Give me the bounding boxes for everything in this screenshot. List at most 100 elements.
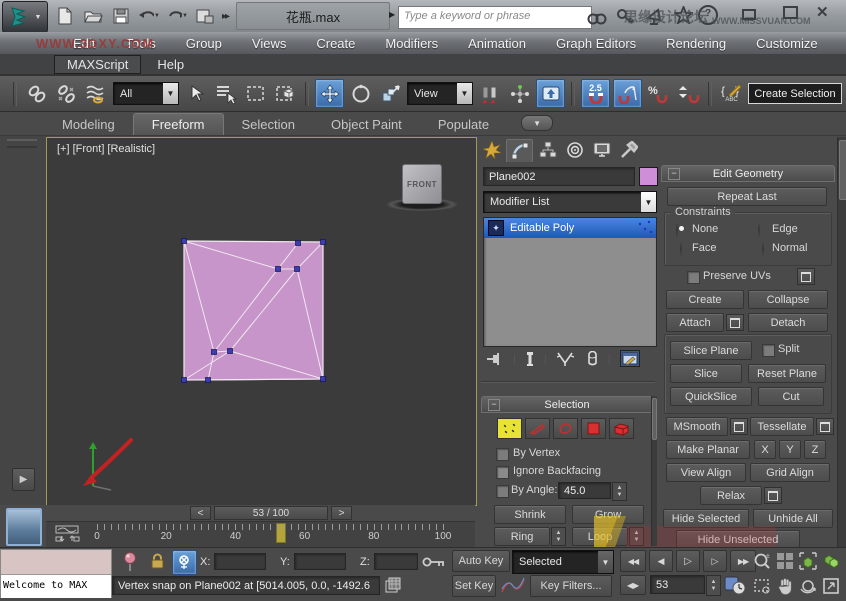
edit-named-selection-sets-icon[interactable]: {} ABC [718,80,745,107]
modifier-list-dropdown[interactable]: Modifier List▼ [483,191,657,213]
panel-scrollbar[interactable] [837,137,846,547]
open-mini-curve-editor-icon[interactable] [54,524,90,544]
undo-icon[interactable]: ▼ [138,5,160,27]
angle-snap-toggle-icon[interactable] [613,79,642,108]
slice-plane-button[interactable]: Slice Plane [670,341,752,360]
play-button[interactable]: ▷ [676,550,700,572]
select-and-move-icon[interactable] [315,79,344,108]
motion-tab-icon[interactable] [562,139,587,161]
viewport-front[interactable]: [+] [Front] [Realistic] FRONT [46,137,477,506]
search-binoculars-icon[interactable] [586,6,608,28]
maxscript-mini-listener[interactable]: Welcome to MAX [0,549,112,598]
ribbon-tab-object-paint[interactable]: Object Paint [313,114,420,135]
slice-button[interactable]: Slice [670,364,742,383]
menu-graph-editors[interactable]: Graph Editors [541,36,651,51]
make-planar-x-button[interactable]: X [754,440,776,459]
by-angle-spinner[interactable]: ▲▼ [612,482,627,501]
minimize-icon[interactable] [742,8,760,21]
menu-maxscript[interactable]: MAXScript [54,55,141,74]
maximize-icon[interactable] [782,5,800,20]
listener-output-pane[interactable]: Welcome to MAX [1,575,111,598]
view-align-button[interactable]: View Align [666,463,746,482]
open-file-icon[interactable] [82,5,104,27]
isolate-pin-icon[interactable] [122,551,138,572]
menu-group[interactable]: Group [171,36,237,51]
ignore-backfacing-checkbox[interactable] [496,466,509,479]
edit-geometry-rollout-header[interactable]: − Edit Geometry [661,165,835,182]
collapse-rollout-icon[interactable]: − [668,168,680,180]
zoom-extents-icon[interactable] [796,550,819,572]
time-configuration-icon[interactable] [724,575,746,595]
zoom-region-icon[interactable] [750,575,773,597]
select-by-name-icon[interactable] [212,80,239,107]
unlink-selection-icon[interactable] [53,80,80,107]
qat-overflow-icon[interactable]: ▸▸ [222,11,228,22]
create-button[interactable]: Create [666,290,744,309]
reset-plane-button[interactable]: Reset Plane [748,364,826,383]
element-mode-icon[interactable] [609,418,634,439]
vertex-mode-icon[interactable] [497,418,522,439]
bind-to-space-warp-icon[interactable] [83,80,110,107]
configure-modifier-sets-icon[interactable] [620,350,640,367]
collapse-button[interactable]: Collapse [748,290,828,309]
viewport-layout-tab-button[interactable] [6,508,42,546]
column-scrollbar[interactable] [651,396,657,546]
window-crossing-icon[interactable] [272,80,299,107]
menu-modifiers[interactable]: Modifiers [370,36,453,51]
key-filters-button[interactable]: Key Filters... [530,575,612,597]
relax-button[interactable]: Relax [700,486,762,505]
mirror-icon[interactable] [476,80,503,107]
x-coordinate-field[interactable] [214,553,266,570]
manipulate-icon[interactable] [506,80,533,107]
spinner-snap-toggle-icon[interactable] [675,80,702,107]
show-end-result-icon[interactable] [525,351,535,367]
goto-start-button[interactable]: ◀◀ [620,550,646,572]
by-angle-checkbox[interactable] [496,485,509,498]
display-tab-icon[interactable] [589,139,614,161]
ribbon-tab-selection[interactable]: Selection [224,114,313,135]
polygon-mode-icon[interactable] [581,418,606,439]
z-coordinate-field[interactable] [374,553,418,570]
modifier-stack[interactable]: ✦ Editable Poly [483,217,657,347]
named-selection-set-field[interactable]: Create Selection [748,83,842,104]
y-coordinate-field[interactable] [294,553,346,570]
make-unique-icon[interactable] [556,351,576,367]
current-frame-field[interactable]: 53 [650,575,705,594]
percent-snap-toggle-icon[interactable]: % [645,80,672,107]
edge-mode-icon[interactable] [525,418,550,439]
selection-rollout-header[interactable]: − Selection [481,396,653,413]
make-planar-y-button[interactable]: Y [779,440,801,459]
menu-customize[interactable]: Customize [741,36,832,51]
remove-modifier-icon[interactable] [585,351,599,367]
grid-align-button[interactable]: Grid Align [750,463,830,482]
preserve-uvs-settings-icon[interactable] [797,268,815,285]
pin-stack-icon[interactable] [486,351,504,367]
add-time-tag-icon[interactable] [384,577,402,594]
preserve-uvs-checkbox[interactable] [687,271,700,284]
stack-item-editable-poly[interactable]: ✦ Editable Poly [484,218,656,238]
rectangular-selection-region-icon[interactable] [242,80,269,107]
by-angle-value-field[interactable]: 45.0 [558,482,611,499]
auto-key-button[interactable]: Auto Key [452,550,510,572]
time-slider-frame-display[interactable]: 53 / 100 [214,506,328,520]
constraint-normal-radio[interactable] [762,242,764,256]
zoom-extents-all-icon[interactable] [819,550,842,572]
toolbar-grip[interactable] [13,82,17,106]
ribbon-tab-freeform[interactable]: Freeform [133,113,224,135]
constraint-none-radio[interactable] [676,223,678,237]
msmooth-settings-icon[interactable] [730,418,748,435]
hierarchy-tab-icon[interactable] [535,139,560,161]
maximize-viewport-toggle-icon[interactable] [819,575,842,597]
attach-settings-icon[interactable] [726,314,744,331]
detach-button[interactable]: Detach [748,313,828,332]
menu-views[interactable]: Views [237,36,301,51]
collapse-rollout-icon[interactable]: − [488,399,500,411]
select-object-icon[interactable] [182,80,209,107]
save-file-icon[interactable] [110,5,132,27]
shrink-button[interactable]: Shrink [494,505,566,524]
object-color-swatch[interactable] [639,167,658,186]
cut-button[interactable]: Cut [758,387,824,406]
expand-panel-button[interactable]: ▶ [12,468,35,491]
attach-button[interactable]: Attach [666,313,724,332]
split-checkbox[interactable] [762,344,775,357]
